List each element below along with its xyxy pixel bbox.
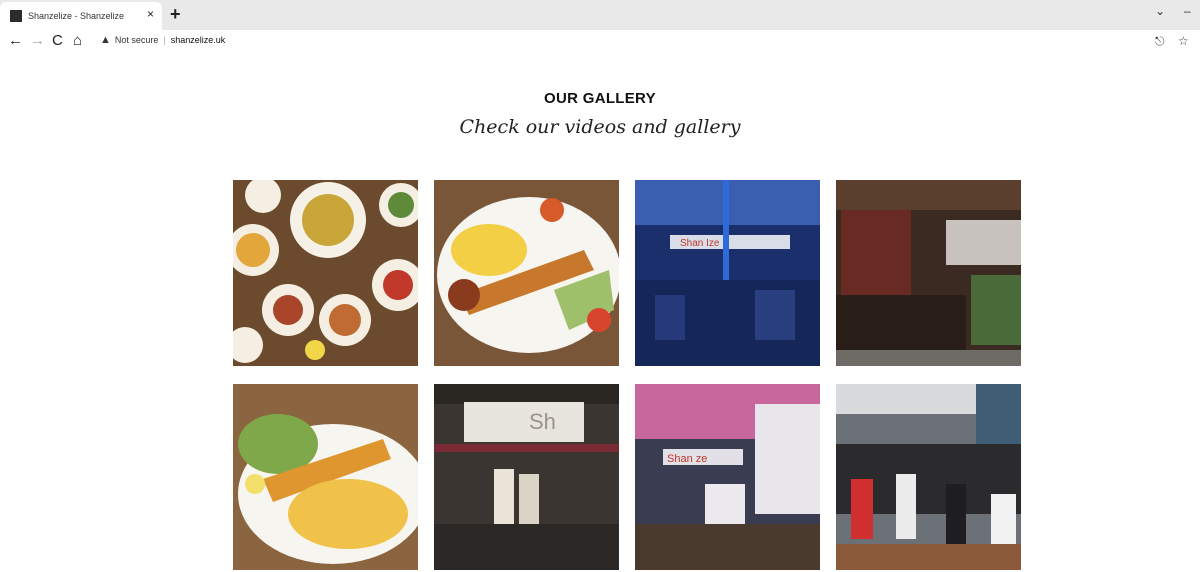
minimize-icon[interactable]: –: [1184, 4, 1191, 18]
gallery-image-meze-platters[interactable]: [233, 180, 418, 366]
gallery-image-guests[interactable]: [836, 384, 1021, 570]
back-arrow-icon[interactable]: ←: [8, 32, 23, 49]
page-content: OUR GALLERY Check our videos and gallery: [0, 54, 1200, 572]
warning-icon[interactable]: ▲: [100, 34, 111, 46]
gallery-image-chicken-fries[interactable]: [233, 384, 418, 570]
gallery-subtitle: Check our videos and gallery: [459, 116, 741, 138]
url-text[interactable]: shanzelize.uk: [171, 35, 226, 45]
gallery-image-floral-interior[interactable]: Shan ze: [635, 384, 820, 570]
browser-tabstrip: Shanzelize - Shanzelize × + ⌄ –: [0, 0, 1200, 30]
svg-text:Sh: Sh: [529, 409, 556, 434]
reload-icon[interactable]: C: [52, 32, 63, 49]
chevron-down-icon[interactable]: ⌄: [1155, 4, 1165, 18]
browser-toolbar: ← → C ⌂ ▲ Not secure | shanzelize.uk ⎋ ☆: [0, 30, 1200, 54]
address-bar[interactable]: ▲ Not secure | shanzelize.uk: [100, 34, 225, 46]
gallery-image-bar-interior[interactable]: [836, 180, 1021, 366]
gallery-image-dining-room[interactable]: Sh: [434, 384, 619, 570]
gallery-image-kebab-rice[interactable]: [434, 180, 619, 366]
home-icon[interactable]: ⌂: [73, 32, 82, 49]
gallery-image-blue-interior[interactable]: Shan Ize: [635, 180, 820, 366]
new-tab-button[interactable]: +: [170, 4, 181, 25]
share-icon[interactable]: ⎋: [1155, 34, 1165, 49]
tab-title: Shanzelize - Shanzelize: [28, 11, 125, 21]
security-status[interactable]: Not secure: [115, 35, 159, 45]
forward-arrow-icon[interactable]: →: [30, 32, 45, 49]
gallery-title: OUR GALLERY: [544, 90, 656, 107]
close-tab-icon[interactable]: ×: [147, 7, 154, 21]
address-separator: |: [163, 35, 166, 45]
svg-text:Shan ze: Shan ze: [667, 453, 707, 465]
bookmark-star-icon[interactable]: ☆: [1178, 34, 1189, 48]
browser-tab[interactable]: Shanzelize - Shanzelize ×: [0, 2, 162, 30]
svg-text:Shan Ize: Shan Ize: [680, 238, 720, 249]
site-favicon-icon: [10, 10, 22, 22]
